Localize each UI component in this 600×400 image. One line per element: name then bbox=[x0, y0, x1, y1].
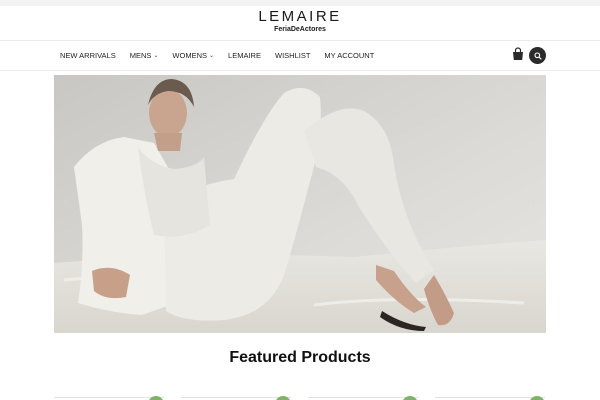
nav-item-label: NEW ARRIVALS bbox=[60, 51, 116, 60]
logo-brand: LEMAIRE bbox=[258, 8, 342, 25]
slider-next-arrow[interactable]: › bbox=[532, 197, 535, 207]
chevron-down-icon: ⌄ bbox=[209, 53, 215, 59]
site-logo[interactable]: LEMAIRE FeriaDeActores bbox=[0, 9, 600, 34]
nav-item-mens[interactable]: MENS ⌄ bbox=[130, 51, 159, 60]
nav-item-label: MY ACCOUNT bbox=[324, 51, 375, 60]
product-card[interactable] bbox=[435, 397, 545, 398]
hero-image bbox=[54, 75, 546, 333]
nav-item-label: LEMAIRE bbox=[228, 51, 261, 60]
chevron-down-icon: ⌄ bbox=[153, 53, 159, 59]
top-strip bbox=[0, 0, 600, 6]
search-button[interactable] bbox=[529, 47, 546, 64]
nav-item-label: MENS bbox=[129, 51, 152, 60]
nav-item-label: WISHLIST bbox=[274, 51, 311, 60]
main-menu: NEW ARRIVALS MENS ⌄ WOMENS ⌄ LEMAIRE WIS… bbox=[60, 41, 388, 70]
nav-item-label: WOMENS bbox=[172, 51, 208, 60]
logo-tagline: FeriaDeActores bbox=[274, 26, 326, 33]
search-icon bbox=[533, 51, 542, 60]
slider-prev-arrow[interactable]: ‹ bbox=[64, 197, 67, 207]
product-card[interactable] bbox=[181, 397, 291, 398]
nav-item-womens[interactable]: WOMENS ⌄ bbox=[172, 51, 214, 60]
shopping-bag-icon[interactable] bbox=[512, 47, 524, 61]
nav-item-my-account[interactable]: MY ACCOUNT bbox=[324, 51, 374, 60]
product-card[interactable] bbox=[308, 397, 418, 398]
hero-slider[interactable]: ‹ › bbox=[54, 75, 546, 333]
nav-item-lemaire[interactable]: LEMAIRE bbox=[228, 51, 261, 60]
featured-products-heading: Featured Products bbox=[229, 349, 371, 366]
nav-item-wishlist[interactable]: WISHLIST bbox=[275, 51, 310, 60]
nav-item-new-arrivals[interactable]: NEW ARRIVALS bbox=[60, 51, 116, 60]
main-navigation-bar: NEW ARRIVALS MENS ⌄ WOMENS ⌄ LEMAIRE WIS… bbox=[0, 40, 600, 71]
featured-products-grid bbox=[54, 393, 546, 400]
product-card[interactable] bbox=[54, 397, 164, 398]
